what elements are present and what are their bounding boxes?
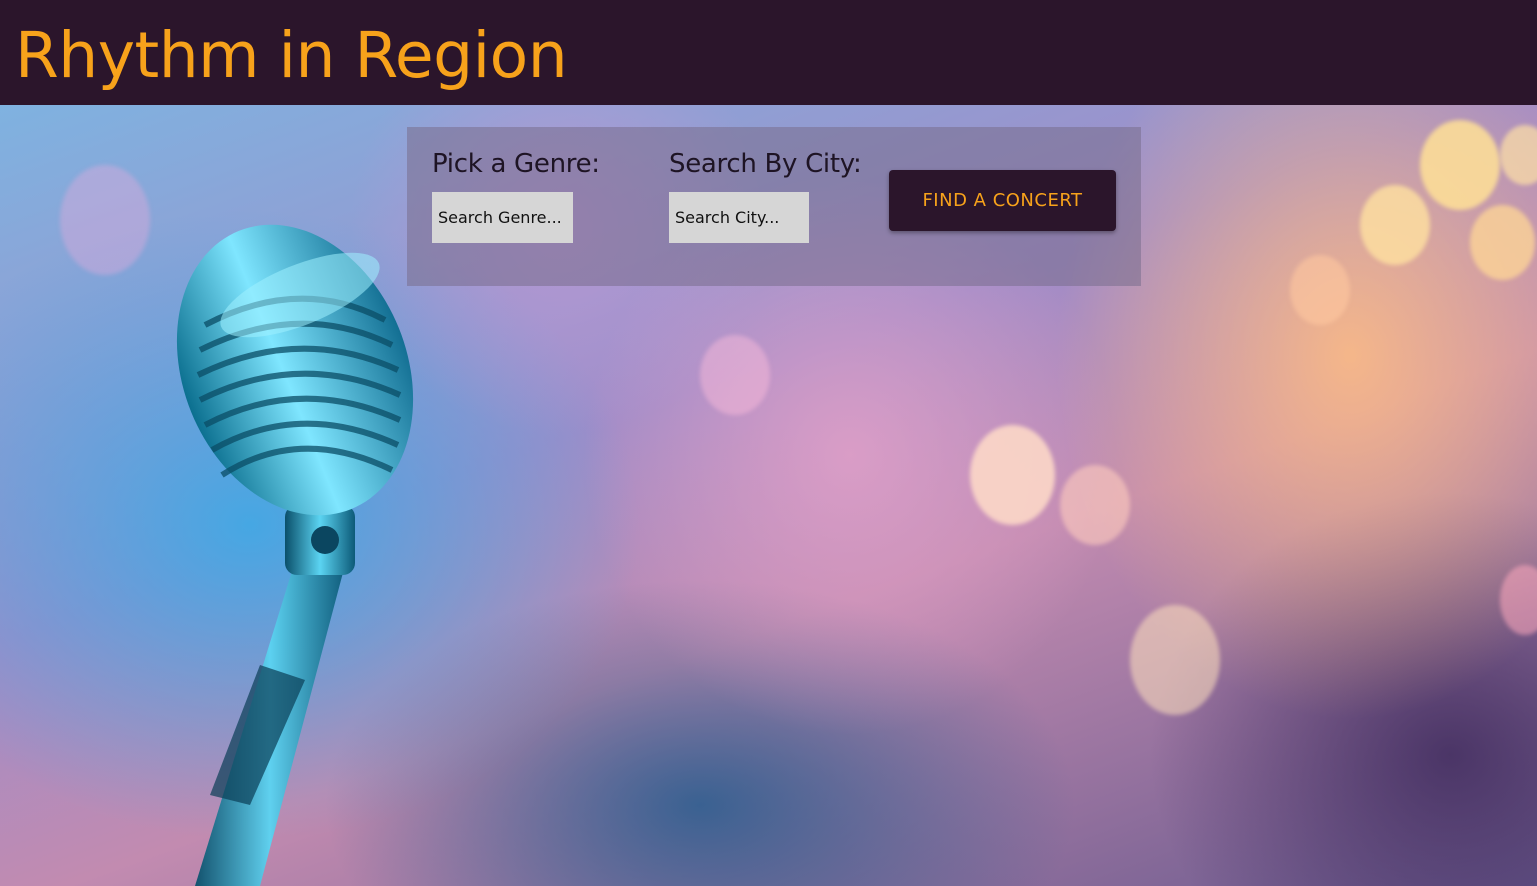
- site-title: Rhythm in Region: [15, 19, 568, 92]
- bokeh-light: [1290, 255, 1350, 325]
- search-panel: Pick a Genre: Search By City: FIND A CON…: [407, 127, 1141, 286]
- bokeh-light: [1130, 605, 1220, 715]
- bokeh-light: [970, 425, 1055, 525]
- bokeh-light: [1060, 465, 1130, 545]
- bokeh-light: [1420, 120, 1500, 210]
- bokeh-light: [1500, 565, 1537, 635]
- bokeh-light: [700, 335, 770, 415]
- bokeh-light: [1470, 205, 1535, 280]
- city-search-input[interactable]: [669, 192, 809, 243]
- genre-label: Pick a Genre:: [432, 149, 600, 179]
- bokeh-light: [1360, 185, 1430, 265]
- bokeh-light: [1500, 125, 1537, 185]
- genre-search-input[interactable]: [432, 192, 573, 243]
- find-concert-button[interactable]: FIND A CONCERT: [889, 170, 1116, 231]
- site-header: Rhythm in Region: [0, 0, 1537, 105]
- page: Rhythm in Region Pick a Genre: Search Ge…: [0, 0, 1537, 886]
- city-label: Search By City:: [669, 149, 862, 179]
